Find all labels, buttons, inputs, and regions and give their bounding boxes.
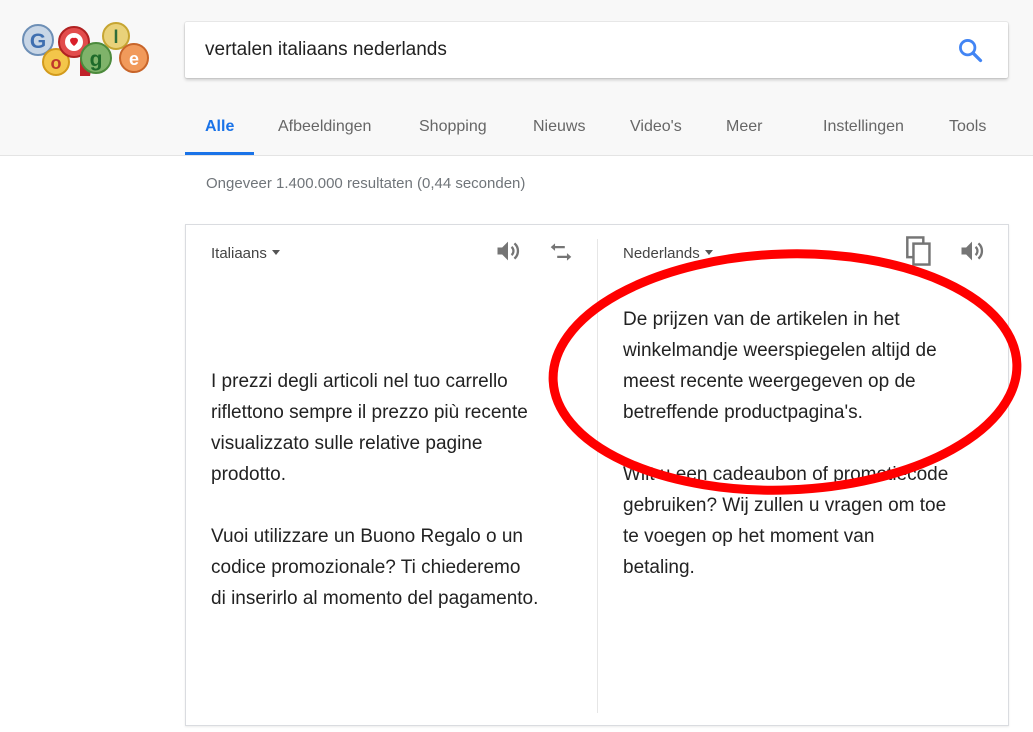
logo-letter-l: l <box>113 27 118 47</box>
search-tabs: Alle Afbeeldingen Shopping Nieuws Video'… <box>0 108 1033 155</box>
translated-text: De prijzen van de artikelen in het winke… <box>623 304 948 583</box>
source-text[interactable]: I prezzi degli articoli nel tuo carrello… <box>211 366 538 614</box>
chevron-down-icon <box>271 250 280 255</box>
chevron-down-icon <box>704 250 713 255</box>
search-box <box>185 22 1008 78</box>
source-language-label: Italiaans <box>211 245 267 262</box>
tab-tools[interactable]: Tools <box>949 108 986 152</box>
speaker-icon <box>497 241 520 261</box>
text-line: betaling. <box>623 557 695 578</box>
logo-letter-e: e <box>129 49 139 69</box>
copy-icon <box>906 236 931 266</box>
search-icon <box>959 39 983 63</box>
tab-videos[interactable]: Video's <box>630 108 682 152</box>
panel-divider <box>597 239 598 713</box>
logo-letter-g2: g <box>90 48 103 71</box>
tab-images[interactable]: Afbeeldingen <box>278 108 371 152</box>
tab-news[interactable]: Nieuws <box>533 108 585 152</box>
results-stats: Ongeveer 1.400.000 resultaten (0,44 seco… <box>206 175 526 192</box>
translator-card: Italiaans Nederlands I prezzi degli arti… <box>185 224 1009 726</box>
logo-letter-o: o <box>51 53 62 73</box>
source-paragraph-2: Vuoi utilizzare un Buono Regalo o un cod… <box>211 521 538 614</box>
text-line: te voegen op het moment van <box>623 526 875 547</box>
text-line: riflettono sempre il prezzo più recente <box>211 402 528 423</box>
tab-all[interactable]: Alle <box>185 108 255 155</box>
tab-more[interactable]: Meer <box>726 108 762 152</box>
source-language-select[interactable]: Italiaans <box>211 245 280 262</box>
swap-icon <box>550 243 572 261</box>
text-line: I prezzi degli articoli nel tuo carrello <box>211 371 508 392</box>
target-language-select[interactable]: Nederlands <box>623 245 713 262</box>
text-line: Wilt u een cadeaubon of promotiecode <box>623 464 949 485</box>
source-listen-button[interactable] <box>493 237 523 265</box>
search-input[interactable] <box>205 22 925 78</box>
text-line: De prijzen van de artikelen in het <box>623 309 900 330</box>
tab-shopping[interactable]: Shopping <box>419 108 487 152</box>
text-line: gebruiken? Wij zullen u vragen om toe <box>623 495 947 516</box>
translated-paragraph-1: De prijzen van de artikelen in het winke… <box>623 304 948 428</box>
text-line: betreffende productpagina's. <box>623 402 863 423</box>
copy-translation-button[interactable] <box>904 235 934 267</box>
text-line: di inserirlo al momento del pagamento. <box>211 588 539 609</box>
text-line: meest recente weergegeven op de <box>623 371 916 392</box>
target-listen-button[interactable] <box>957 237 987 265</box>
translated-paragraph-2: Wilt u een cadeaubon of promotiecode geb… <box>623 459 948 583</box>
text-line: winkelmandje weerspiegelen altijd de <box>623 340 937 361</box>
source-paragraph-1: I prezzi degli articoli nel tuo carrello… <box>211 366 538 490</box>
text-line: codice promozionale? Ti chiederemo <box>211 557 521 578</box>
speaker-icon <box>961 241 984 261</box>
text-line: prodotto. <box>211 464 286 485</box>
target-language-label: Nederlands <box>623 245 700 262</box>
text-line: Vuoi utilizzare un Buono Regalo o un <box>211 526 523 547</box>
search-button[interactable] <box>956 36 984 64</box>
tab-settings[interactable]: Instellingen <box>823 108 904 152</box>
text-line: visualizzato sulle relative pagine <box>211 433 483 454</box>
header-bar: G o o g l e Alle Afbeeldingen <box>0 0 1033 156</box>
google-doodle-logo[interactable]: G o o g l e <box>18 18 152 82</box>
swap-languages-button[interactable] <box>546 239 576 265</box>
logo-letter-g: G <box>30 30 46 53</box>
